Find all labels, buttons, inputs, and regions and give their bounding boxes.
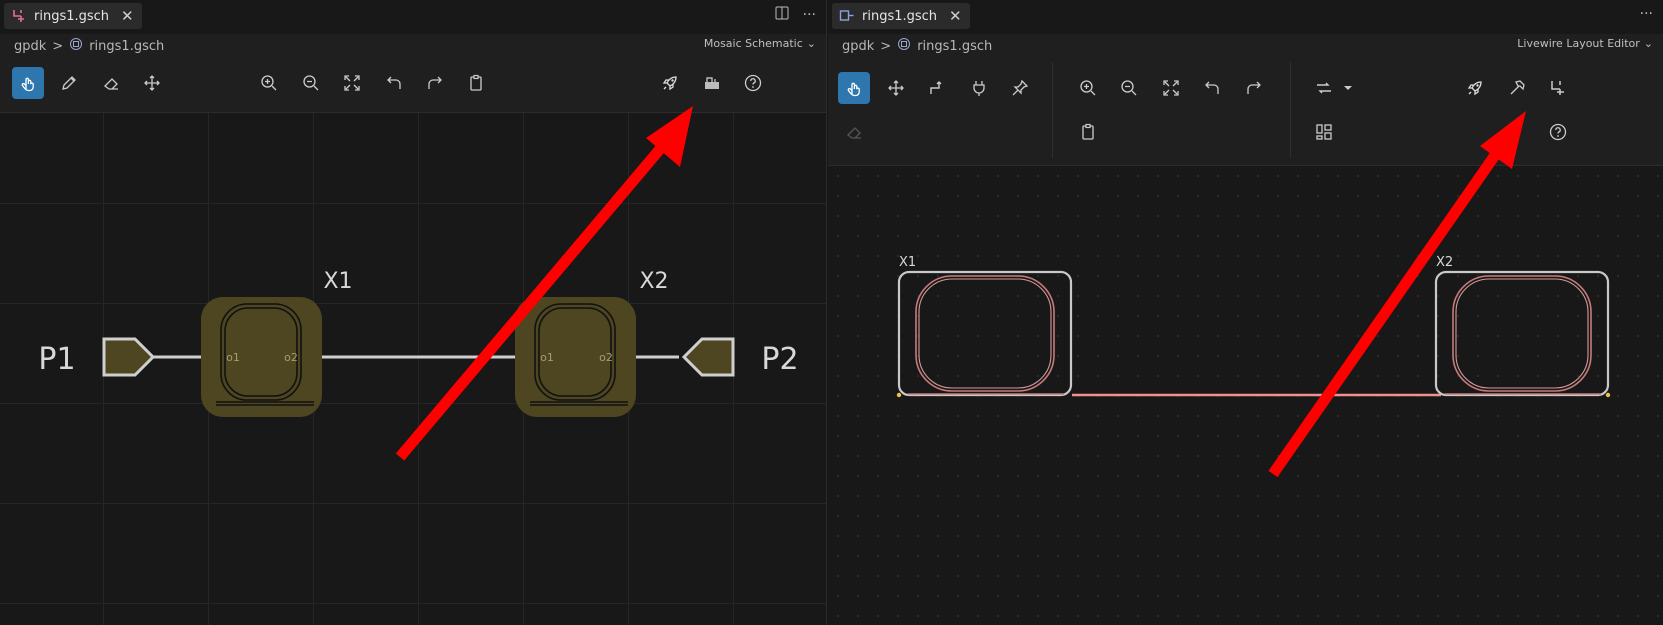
editor-type-select[interactable]: Livewire Layout Editor ⌄ [1517,37,1653,50]
rocket-icon[interactable] [1459,72,1491,104]
layout-instance-x2[interactable]: X2 [1434,255,1611,398]
tab-rings1-schematic[interactable]: rings1.gsch ✕ [4,3,142,29]
eraser-icon[interactable] [95,67,127,99]
editor-type-label: Mosaic Schematic [703,37,803,50]
redo-icon[interactable] [1238,72,1270,104]
rocket-icon[interactable] [654,67,686,99]
instance-label: X1 [323,269,352,294]
pin-icon[interactable] [1004,72,1036,104]
undo-icon[interactable] [1196,72,1228,104]
breadcrumb-separator: > [880,38,892,54]
zoom-out-icon[interactable] [1113,72,1145,104]
components-icon[interactable] [1308,116,1340,148]
pin-label: o1 [540,351,554,364]
tab-title: rings1.gsch [34,8,110,24]
build-icon[interactable] [696,67,728,99]
undo-icon[interactable] [378,67,410,99]
move-icon[interactable] [880,72,912,104]
schematic-editor-pane: rings1.gsch ✕ ··· gpdk > rings1.gsch Mos… [0,0,827,625]
zoom-in-icon[interactable] [253,67,285,99]
hammer-icon[interactable] [1501,72,1533,104]
tab-title: rings1.gsch [862,8,938,24]
instance-label: X2 [1436,255,1453,270]
breadcrumb-root[interactable]: gpdk [14,39,46,54]
file-icon [897,37,911,55]
clipboard-icon[interactable] [1072,116,1104,148]
route-settings-icon[interactable] [1308,72,1340,104]
more-actions-button[interactable]: ··· [1640,6,1653,22]
plug-icon[interactable] [963,72,995,104]
route-icon[interactable] [921,72,953,104]
close-tab-button[interactable]: ✕ [121,7,134,25]
tab-bar: rings1.gsch ✕ ··· [828,0,1663,34]
breadcrumb: gpdk > rings1.gsch [14,36,164,56]
tab-rings1-layout[interactable]: rings1.gsch ✕ [832,3,970,29]
layout-canvas[interactable]: X1 X2 [828,166,1663,625]
port-label: P1 [38,342,75,377]
pin-label: o2 [599,351,613,364]
port-label: P2 [761,342,798,377]
schematic-icon[interactable] [1542,72,1574,104]
more-actions-button[interactable]: ··· [803,7,816,23]
breadcrumb-separator: > [52,38,64,54]
chevron-down-icon: ⌄ [806,37,816,50]
layout-editor-pane: rings1.gsch ✕ ··· gpdk > rings1.gsch Liv… [828,0,1663,625]
instance-label: X2 [639,269,668,294]
editor-type-select[interactable]: Mosaic Schematic ⌄ [704,37,816,50]
breadcrumb: gpdk > rings1.gsch [842,36,992,56]
zoom-in-icon[interactable] [1072,72,1104,104]
breadcrumb-file[interactable]: rings1.gsch [89,39,164,54]
tab-bar: rings1.gsch ✕ ··· [0,0,826,34]
eraser-icon[interactable] [838,116,870,148]
redo-icon[interactable] [419,67,451,99]
pin-label: o2 [284,351,298,364]
port-p1[interactable]: P1 [38,337,156,377]
pencil-icon[interactable] [53,67,85,99]
layout-instance-x1[interactable]: X1 [896,255,1073,398]
breadcrumb-file[interactable]: rings1.gsch [917,39,992,54]
close-tab-button[interactable]: ✕ [949,7,962,25]
schematic-toolbar [0,56,826,113]
clipboard-icon[interactable] [460,67,492,99]
fit-view-icon[interactable] [336,67,368,99]
instance-label: X1 [899,255,916,270]
instance-x1[interactable]: o1 o2 X1 [201,269,353,417]
chevron-down-icon: ⌄ [1643,37,1653,50]
pointer-hand-icon[interactable] [838,72,870,104]
fit-view-icon[interactable] [1155,72,1187,104]
editor-type-label: Livewire Layout Editor [1517,37,1640,50]
schematic-canvas[interactable]: P1 P2 o1 o2 X1 o1 o2 X2 [0,113,826,625]
layout-file-icon [838,7,856,25]
breadcrumb-root[interactable]: gpdk [842,39,874,54]
split-editor-icon[interactable] [775,6,789,24]
pointer-hand-icon[interactable] [12,67,44,99]
layout-toolbar [828,56,1663,166]
instance-x2[interactable]: o1 o2 X2 [515,269,669,417]
zoom-out-icon[interactable] [295,67,327,99]
move-icon[interactable] [136,67,168,99]
schematic-file-icon [10,7,28,25]
help-icon[interactable] [737,67,769,99]
port-p2[interactable]: P2 [681,337,799,377]
dropdown-icon[interactable] [1338,72,1358,104]
help-icon[interactable] [1542,116,1574,148]
file-icon [69,37,83,55]
pin-label: o1 [226,351,240,364]
